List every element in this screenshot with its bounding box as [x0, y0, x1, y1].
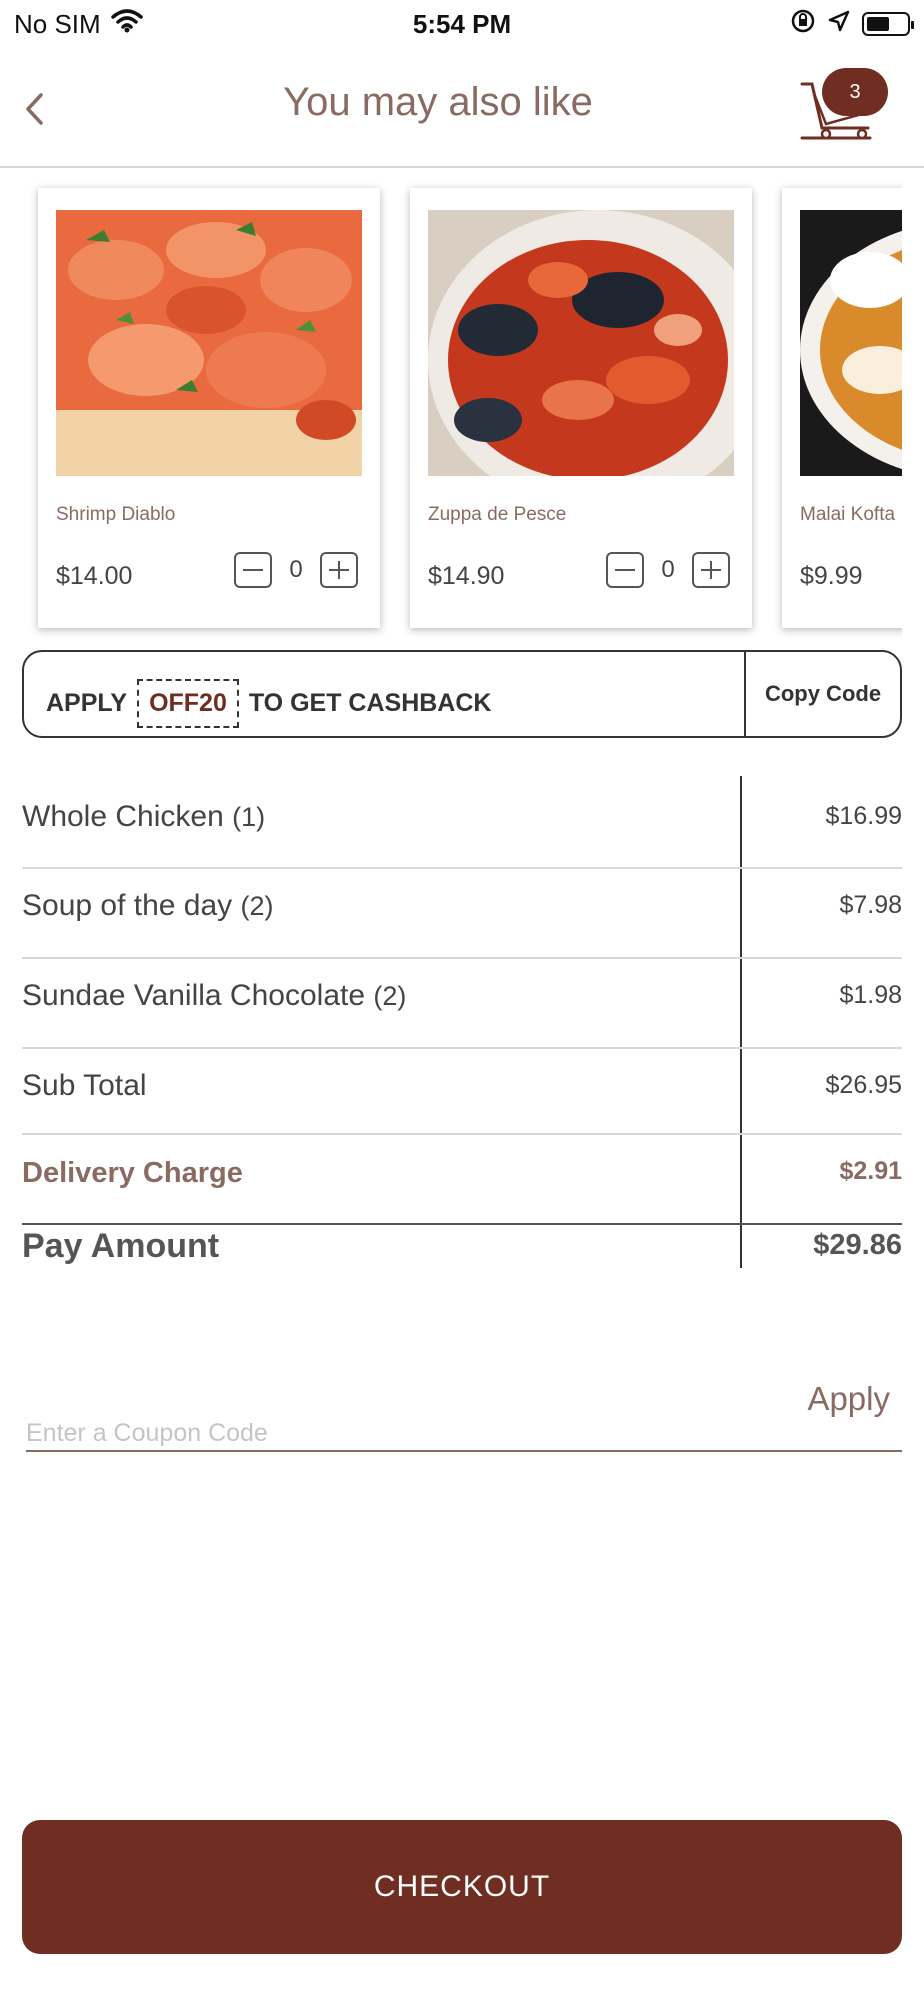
pay-amount-label: Pay Amount	[22, 1227, 220, 1265]
promo-banner: APPLY OFF20 TO GET CASHBACK Copy Code	[22, 650, 902, 738]
item-name: Whole Chicken	[22, 800, 224, 833]
product-card-zuppa-de-pesce[interactable]: Zuppa de Pesce $14.90 0	[410, 188, 752, 628]
subtotal-row: Sub Total $26.95	[22, 1049, 902, 1135]
product-name: Malai Kofta	[800, 504, 896, 525]
item-qty: (2)	[373, 981, 407, 1011]
subtotal-label: Sub Total	[22, 1069, 147, 1102]
item-price: $1.98	[839, 981, 902, 1009]
product-name: Zuppa de Pesce	[428, 504, 567, 525]
item-price: $16.99	[825, 802, 902, 830]
delivery-row: Delivery Charge $2.91	[22, 1135, 902, 1223]
product-price: $14.90	[428, 562, 505, 590]
summary-row: Sundae Vanilla Chocolate (2) $1.98	[22, 959, 902, 1047]
checkout-button[interactable]: CHECKOUT	[22, 1820, 902, 1954]
item-name: Sundae Vanilla Chocolate	[22, 979, 366, 1012]
product-card-shrimp-diablo[interactable]: Shrimp Diablo $14.00 0	[38, 188, 380, 628]
subtotal-value: $26.95	[825, 1071, 902, 1099]
product-card-malai-kofta[interactable]: Malai Kofta $9.99	[782, 188, 902, 628]
item-qty: (1)	[232, 802, 266, 832]
location-icon	[828, 10, 850, 37]
copy-code-button[interactable]: Copy Code	[746, 652, 900, 736]
status-time: 5:54 PM	[412, 9, 512, 39]
pay-amount-row: Pay Amount $29.86	[22, 1225, 902, 1271]
quantity-stepper: 0	[606, 552, 730, 588]
delivery-value: $2.91	[839, 1157, 902, 1185]
product-image	[56, 210, 362, 476]
nav-header: You may also like 3	[0, 46, 924, 168]
page-title: You may also like	[283, 80, 593, 124]
promo-prefix: APPLY	[46, 689, 128, 717]
product-image	[428, 210, 734, 476]
apply-coupon-button[interactable]: Apply	[807, 1380, 890, 1418]
cart-button[interactable]: 3	[798, 66, 894, 150]
quantity-value: 0	[289, 556, 303, 583]
promo-code: OFF20	[137, 679, 239, 728]
battery-icon	[862, 11, 914, 36]
status-bar: No SIM 5:54 PM	[0, 0, 924, 46]
coupon-input[interactable]	[26, 1416, 726, 1450]
item-price: $7.98	[839, 891, 902, 919]
promo-suffix: TO GET CASHBACK	[248, 689, 492, 717]
quantity-value: 0	[661, 556, 675, 583]
item-name: Soup of the day	[22, 889, 233, 922]
increment-button[interactable]	[320, 552, 358, 588]
decrement-button[interactable]	[606, 552, 644, 588]
product-price: $14.00	[56, 562, 133, 590]
summary-row: Whole Chicken (1) $16.99	[22, 776, 902, 864]
orientation-lock-icon	[790, 8, 816, 39]
decrement-button[interactable]	[234, 552, 272, 588]
coupon-field: Apply	[26, 1380, 902, 1452]
item-qty: (2)	[240, 891, 274, 921]
delivery-label: Delivery Charge	[22, 1157, 243, 1189]
product-image	[800, 210, 902, 476]
increment-button[interactable]	[692, 552, 730, 588]
quantity-stepper: 0	[234, 552, 358, 588]
cart-count-badge: 3	[822, 68, 888, 116]
recommended-products-strip[interactable]: Shrimp Diablo $14.00 0 Zuppa de Pesce $1…	[0, 170, 902, 640]
product-price: $9.99	[800, 562, 863, 590]
summary-row: Soup of the day (2) $7.98	[22, 869, 902, 957]
pay-amount-value: $29.86	[813, 1229, 902, 1261]
product-name: Shrimp Diablo	[56, 504, 176, 525]
order-summary: Whole Chicken (1) $16.99 Soup of the day…	[22, 776, 902, 1270]
